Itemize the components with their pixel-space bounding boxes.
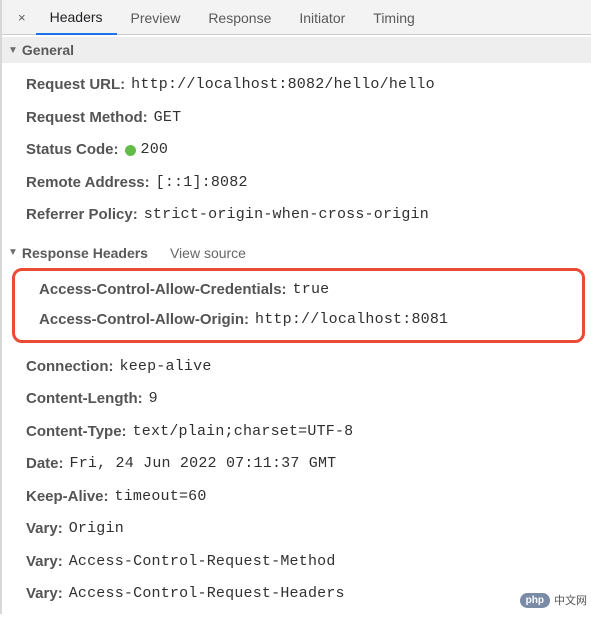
section-general-header[interactable]: ▼ General bbox=[2, 37, 591, 63]
header-row: Vary: Origin bbox=[26, 513, 591, 546]
header-row: Request URL: http://localhost:8082/hello… bbox=[26, 69, 591, 102]
panel-tabs: × Headers Preview Response Initiator Tim… bbox=[2, 0, 591, 35]
header-key: Request URL: bbox=[26, 74, 125, 97]
header-key: Status Code: bbox=[26, 139, 119, 162]
header-val: Access-Control-Request-Method bbox=[69, 551, 336, 574]
header-val: keep-alive bbox=[120, 356, 212, 379]
header-val: Fri, 24 Jun 2022 07:11:37 GMT bbox=[70, 453, 337, 476]
watermark-text: 中文网 bbox=[554, 592, 587, 608]
response-list: Connection: keep-alive Content-Length: 9… bbox=[2, 345, 591, 617]
header-row: Date: Fri, 24 Jun 2022 07:11:37 GMT bbox=[26, 448, 591, 481]
header-key: Connection: bbox=[26, 356, 114, 379]
header-row: Keep-Alive: timeout=60 bbox=[26, 481, 591, 514]
header-row: Connection: keep-alive bbox=[26, 351, 591, 384]
header-val: timeout=60 bbox=[115, 486, 207, 509]
header-val: 9 bbox=[149, 388, 158, 411]
header-val: http://localhost:8081 bbox=[255, 309, 448, 332]
header-row: Remote Address: [::1]:8082 bbox=[26, 167, 591, 200]
section-response-header[interactable]: ▼ Response Headers View source bbox=[2, 240, 591, 266]
section-title: General bbox=[22, 42, 74, 58]
caret-down-icon: ▼ bbox=[8, 247, 18, 258]
header-key: Content-Length: bbox=[26, 388, 143, 411]
tab-initiator[interactable]: Initiator bbox=[285, 1, 359, 34]
header-val: 200 bbox=[141, 139, 169, 162]
tab-timing[interactable]: Timing bbox=[359, 1, 429, 34]
tab-preview[interactable]: Preview bbox=[117, 1, 195, 34]
header-key: Vary: bbox=[26, 551, 63, 574]
header-row: Vary: Access-Control-Request-Method bbox=[26, 546, 591, 579]
caret-down-icon: ▼ bbox=[8, 45, 18, 56]
header-key: Remote Address: bbox=[26, 172, 150, 195]
header-val: GET bbox=[154, 107, 182, 130]
tab-response[interactable]: Response bbox=[194, 1, 285, 34]
header-row: Request Method: GET bbox=[26, 102, 591, 135]
header-row: Access-Control-Allow-Credentials: true bbox=[39, 275, 572, 306]
header-val: text/plain;charset=UTF-8 bbox=[133, 421, 354, 444]
header-row: Status Code: 200 bbox=[26, 134, 591, 167]
header-key: Access-Control-Allow-Origin: bbox=[39, 309, 249, 332]
header-row: Vary: Access-Control-Request-Headers bbox=[26, 578, 591, 611]
header-key: Content-Type: bbox=[26, 421, 127, 444]
header-val: Access-Control-Request-Headers bbox=[69, 583, 345, 606]
header-val: true bbox=[293, 279, 330, 302]
general-list: Request URL: http://localhost:8082/hello… bbox=[2, 63, 591, 238]
header-val: http://localhost:8082/hello/hello bbox=[131, 74, 435, 97]
highlighted-headers: Access-Control-Allow-Credentials: true A… bbox=[12, 268, 585, 343]
status-dot-icon bbox=[125, 145, 136, 156]
header-key: Referrer Policy: bbox=[26, 204, 138, 227]
section-title: Response Headers bbox=[22, 245, 148, 261]
header-key: Request Method: bbox=[26, 107, 148, 130]
header-val: [::1]:8082 bbox=[156, 172, 248, 195]
tab-headers[interactable]: Headers bbox=[36, 0, 117, 35]
header-row: Content-Length: 9 bbox=[26, 383, 591, 416]
header-key: Vary: bbox=[26, 583, 63, 606]
header-row: Access-Control-Allow-Origin: http://loca… bbox=[39, 305, 572, 336]
watermark: php 中文网 bbox=[520, 592, 587, 608]
watermark-pill: php bbox=[520, 593, 550, 608]
header-key: Date: bbox=[26, 453, 64, 476]
header-val: Origin bbox=[69, 518, 124, 541]
header-row: Content-Type: text/plain;charset=UTF-8 bbox=[26, 416, 591, 449]
header-key: Access-Control-Allow-Credentials: bbox=[39, 279, 287, 302]
header-key: Vary: bbox=[26, 518, 63, 541]
header-key: Keep-Alive: bbox=[26, 486, 109, 509]
header-val: strict-origin-when-cross-origin bbox=[144, 204, 429, 227]
close-icon[interactable]: × bbox=[8, 2, 36, 33]
header-row: Referrer Policy: strict-origin-when-cros… bbox=[26, 199, 591, 232]
view-source-link[interactable]: View source bbox=[170, 245, 246, 261]
